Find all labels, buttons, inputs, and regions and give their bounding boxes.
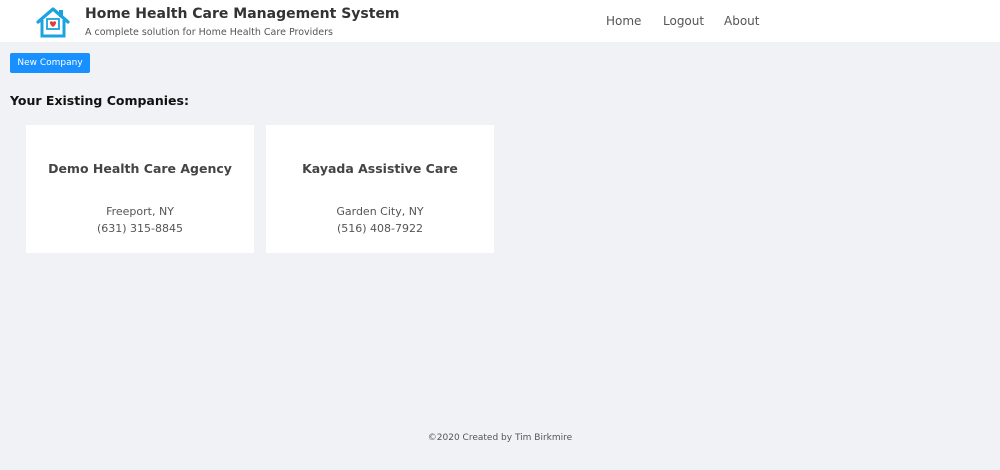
company-card-kayada-assistive-care[interactable]: Kayada Assistive Care Garden City, NY (5… xyxy=(266,125,494,253)
company-location: Garden City, NY xyxy=(336,205,424,218)
nav-home-link[interactable]: Home xyxy=(606,14,641,28)
company-phone: (516) 408-7922 xyxy=(336,222,424,235)
company-location: Freeport, NY xyxy=(106,205,174,218)
company-phone: (631) 315-8845 xyxy=(96,222,184,235)
app-header: Home Health Care Management System A com… xyxy=(0,0,1000,42)
companies-heading: Your Existing Companies: xyxy=(10,93,189,108)
app-subtitle: A complete solution for Home Health Care… xyxy=(85,27,334,38)
company-card-demo-health-care-agency[interactable]: Demo Health Care Agency Freeport, NY (63… xyxy=(26,125,254,253)
company-name: Kayada Assistive Care xyxy=(302,161,458,176)
house-heart-icon xyxy=(36,7,70,38)
nav-logout-link[interactable]: Logout xyxy=(663,14,704,28)
nav-about-link[interactable]: About xyxy=(724,14,759,28)
new-company-button[interactable]: New Company xyxy=(10,53,90,73)
footer-credit: ©2020 Created by Tim Birkmire xyxy=(427,433,573,443)
company-name: Demo Health Care Agency xyxy=(48,161,232,176)
app-title: Home Health Care Management System xyxy=(85,6,400,22)
